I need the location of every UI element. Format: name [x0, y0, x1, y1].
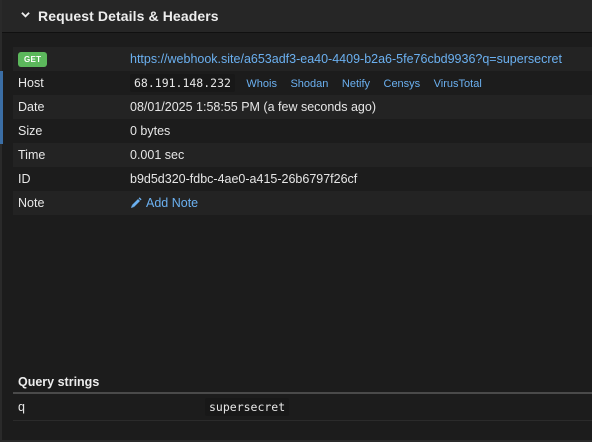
- date-label: Date: [18, 100, 45, 114]
- virustotal-link[interactable]: VirusTotal: [434, 78, 482, 90]
- query-strings-section: Query strings q supersecret: [13, 372, 592, 421]
- note-row: Note Add Note: [13, 191, 592, 215]
- method-badge: GET: [18, 52, 48, 67]
- time-value: 0.001 sec: [130, 148, 185, 162]
- date-row: Date 08/01/2025 1:58:55 PM (a few second…: [13, 95, 592, 119]
- time-row: Time 0.001 sec: [13, 143, 592, 167]
- whois-link[interactable]: Whois: [246, 78, 277, 90]
- pencil-icon: [131, 197, 142, 208]
- id-label: ID: [18, 172, 31, 186]
- host-row: Host 68.191.148.232 Whois Shodan Netify …: [13, 71, 592, 95]
- id-value: b9d5d320-fdbc-4ae0-a415-26b6797f26cf: [130, 172, 358, 186]
- censys-link[interactable]: Censys: [384, 78, 421, 90]
- request-details: GET https://webhook.site/a653adf3-ea40-4…: [13, 47, 592, 215]
- size-value: 0 bytes: [130, 124, 171, 138]
- host-ip: 68.191.148.232: [130, 74, 235, 92]
- url-row: GET https://webhook.site/a653adf3-ea40-4…: [13, 47, 592, 71]
- size-row: Size 0 bytes: [13, 119, 592, 143]
- selection-accent-bar: [0, 71, 3, 144]
- size-label: Size: [18, 124, 43, 138]
- query-string-value: supersecret: [205, 398, 290, 416]
- host-value: 68.191.148.232 Whois Shodan Netify Censy…: [130, 74, 492, 92]
- query-strings-title: Query strings: [18, 375, 100, 389]
- panel-header[interactable]: Request Details & Headers: [2, 0, 592, 33]
- add-note-label: Add Note: [146, 196, 199, 210]
- add-note-button[interactable]: Add Note: [130, 196, 198, 210]
- id-row: ID b9d5d320-fdbc-4ae0-a415-26b6797f26cf: [13, 167, 592, 191]
- host-label: Host: [18, 76, 44, 90]
- netify-link[interactable]: Netify: [342, 78, 370, 90]
- query-string-key: q: [18, 400, 25, 414]
- request-details-panel: Request Details & Headers GET https://we…: [0, 0, 592, 442]
- time-label: Time: [18, 148, 46, 162]
- request-url-link[interactable]: https://webhook.site/a653adf3-ea40-4409-…: [130, 52, 562, 66]
- date-value: 08/01/2025 1:58:55 PM (a few seconds ago…: [130, 100, 376, 114]
- chevron-down-icon[interactable]: [21, 10, 30, 19]
- panel-title: Request Details & Headers: [38, 8, 219, 24]
- note-label: Note: [18, 196, 45, 210]
- shodan-link[interactable]: Shodan: [290, 78, 328, 90]
- method-cell: GET: [18, 51, 130, 67]
- query-string-row: q supersecret: [13, 394, 592, 421]
